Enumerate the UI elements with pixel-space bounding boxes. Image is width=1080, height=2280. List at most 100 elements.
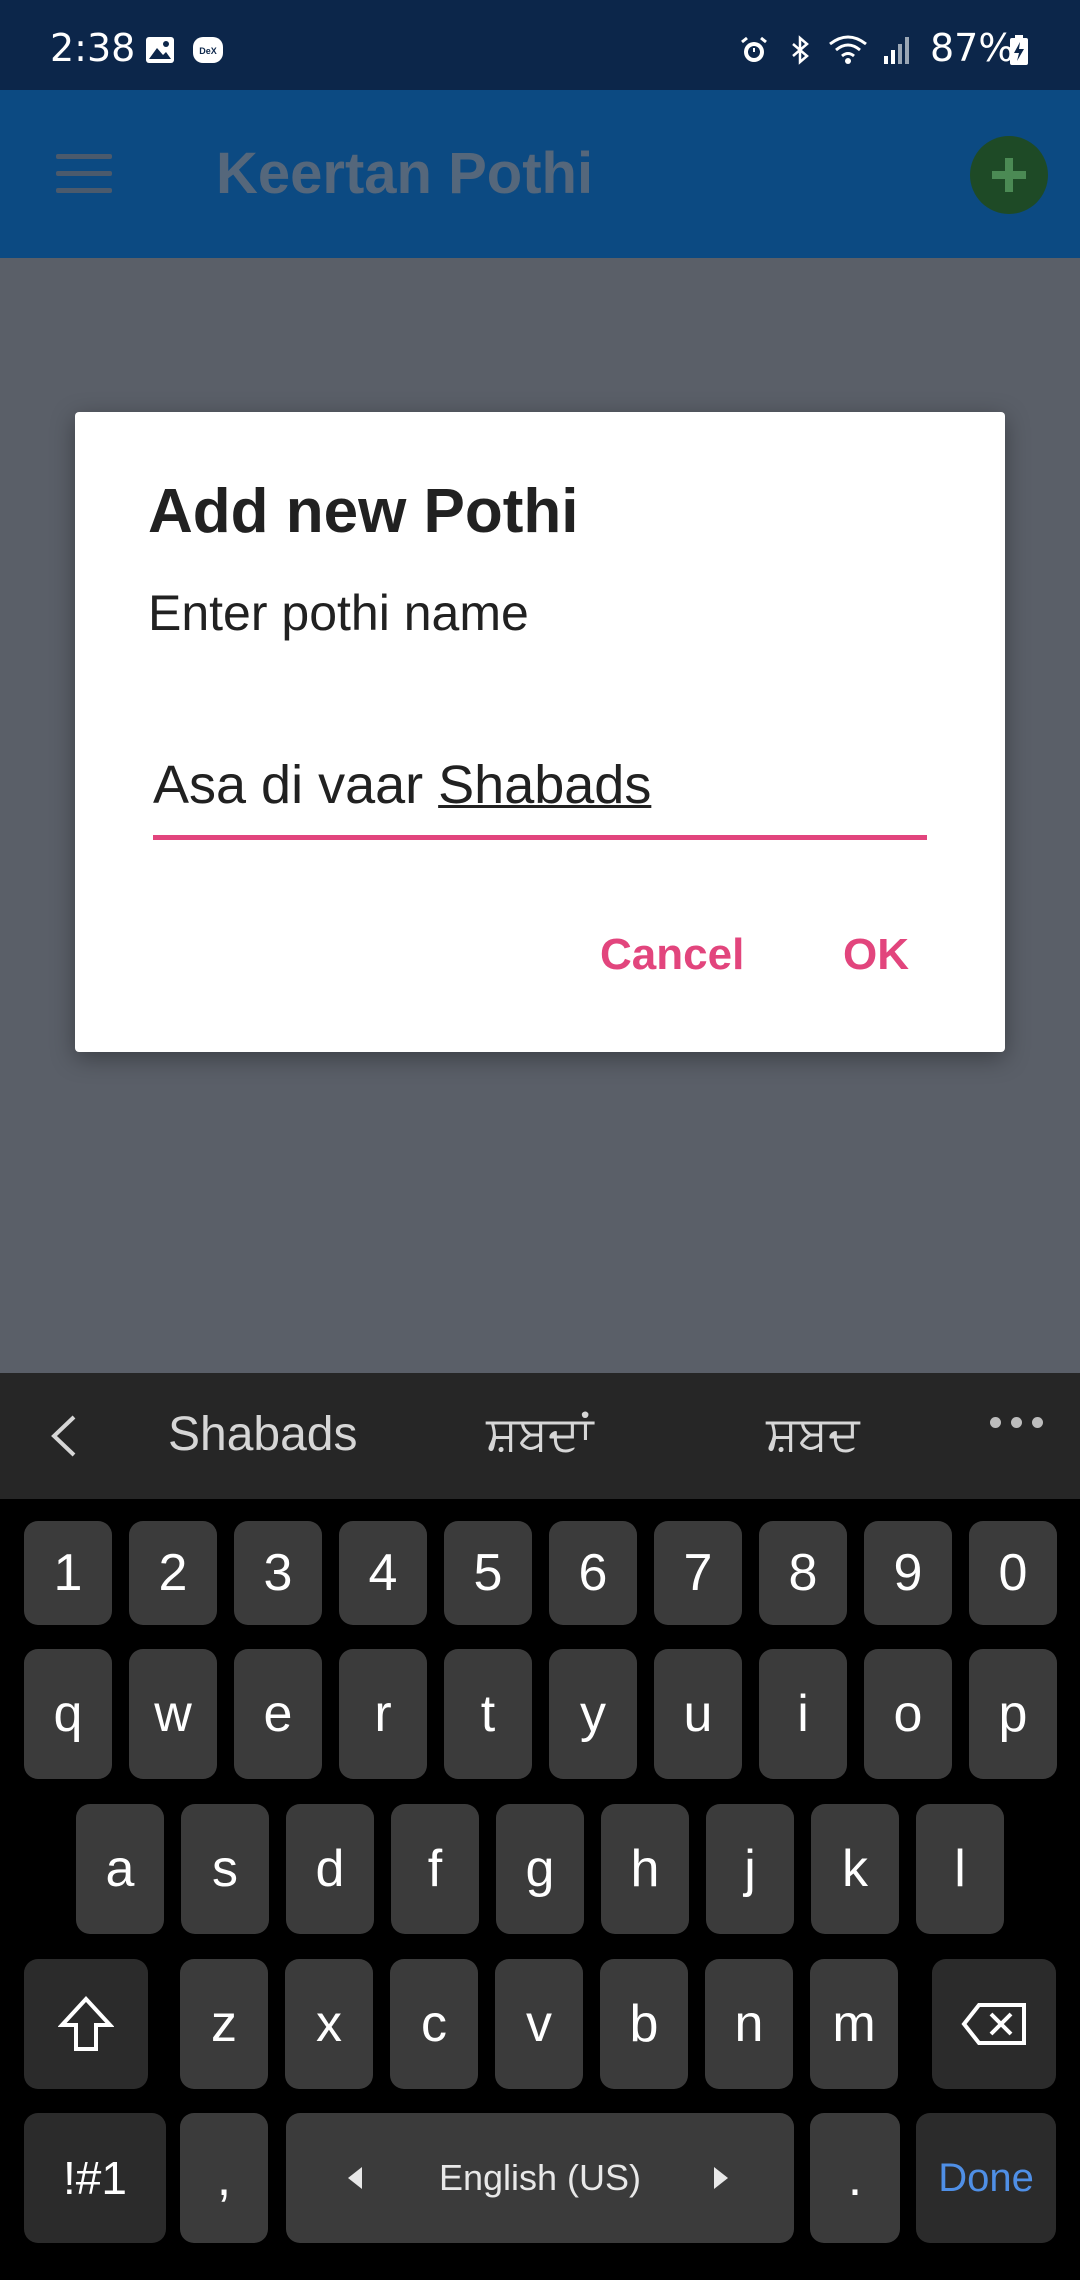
period-key[interactable]: .	[810, 2113, 900, 2243]
key-label: n	[734, 1995, 764, 2053]
letter-key-u[interactable]: u	[654, 1649, 742, 1779]
key-label: r	[374, 1685, 392, 1743]
letter-key-c[interactable]: c	[390, 1959, 478, 2089]
key-label: 4	[368, 1544, 398, 1602]
key-label: p	[998, 1685, 1028, 1743]
cancel-button[interactable]: Cancel	[600, 930, 744, 980]
dex-icon: DeX	[193, 37, 223, 63]
letter-key-w[interactable]: w	[129, 1649, 217, 1779]
shift-key[interactable]	[24, 1959, 148, 2089]
keyboard: Shabads ਸ਼ਬਦਾਂ ਸ਼ਬਦ !#1 , English (US) .…	[0, 1373, 1080, 2280]
letter-key-k[interactable]: k	[811, 1804, 899, 1934]
period-key-label: .	[847, 2149, 863, 2207]
number-key-4[interactable]: 4	[339, 1521, 427, 1625]
key-label: 0	[998, 1544, 1028, 1602]
key-label: x	[316, 1995, 342, 2053]
number-key-5[interactable]: 5	[444, 1521, 532, 1625]
letter-key-t[interactable]: t	[444, 1649, 532, 1779]
number-key-3[interactable]: 3	[234, 1521, 322, 1625]
suggestion-2[interactable]: ਸ਼ਬਦਾਂ	[486, 1407, 593, 1463]
key-label: j	[744, 1840, 756, 1898]
shift-arrow-icon	[58, 1996, 114, 2051]
key-label: s	[212, 1840, 238, 1898]
cursor-right-icon	[714, 2167, 728, 2189]
chevron-left-icon[interactable]	[44, 1413, 84, 1459]
key-label: c	[421, 1995, 447, 2053]
number-key-6[interactable]: 6	[549, 1521, 637, 1625]
letter-key-z[interactable]: z	[180, 1959, 268, 2089]
letter-key-r[interactable]: r	[339, 1649, 427, 1779]
key-label: f	[427, 1840, 443, 1898]
key-label: a	[105, 1840, 135, 1898]
status-bar: 2:38 DeX 87%	[0, 0, 1080, 90]
number-key-7[interactable]: 7	[654, 1521, 742, 1625]
comma-key[interactable]: ,	[180, 2113, 268, 2243]
input-text: Asa di vaar	[153, 755, 439, 815]
letter-key-q[interactable]: q	[24, 1649, 112, 1779]
letter-key-a[interactable]: a	[76, 1804, 164, 1934]
hamburger-menu-icon[interactable]	[56, 154, 112, 194]
key-label: 3	[263, 1544, 293, 1602]
key-label: m	[832, 1995, 876, 2053]
number-key-0[interactable]: 0	[969, 1521, 1057, 1625]
wifi-icon	[829, 35, 867, 64]
number-key-9[interactable]: 9	[864, 1521, 952, 1625]
letter-key-v[interactable]: v	[495, 1959, 583, 2089]
more-options-icon[interactable]	[990, 1417, 1044, 1429]
battery-charging-icon	[1010, 35, 1028, 65]
signal-icon	[884, 37, 909, 64]
key-label: d	[315, 1840, 345, 1898]
key-label: b	[629, 1995, 659, 2053]
number-key-1[interactable]: 1	[24, 1521, 112, 1625]
gallery-icon	[146, 37, 174, 63]
plus-icon	[992, 158, 1026, 192]
key-label: q	[53, 1685, 83, 1743]
letter-key-o[interactable]: o	[864, 1649, 952, 1779]
status-time: 2:38	[50, 26, 136, 70]
symbols-key[interactable]: !#1	[24, 2113, 166, 2243]
letter-key-h[interactable]: h	[601, 1804, 689, 1934]
key-label: y	[580, 1685, 606, 1743]
app-bar: Keertan Pothi	[0, 90, 1080, 258]
suggestion-3[interactable]: ਸ਼ਬਦ	[766, 1407, 860, 1463]
key-label: i	[797, 1685, 809, 1743]
letter-key-i[interactable]: i	[759, 1649, 847, 1779]
letter-key-j[interactable]: j	[706, 1804, 794, 1934]
letter-key-y[interactable]: y	[549, 1649, 637, 1779]
suggestion-1[interactable]: Shabads	[168, 1407, 358, 1462]
letter-key-e[interactable]: e	[234, 1649, 322, 1779]
alarm-icon	[741, 36, 767, 62]
key-label: t	[480, 1685, 496, 1743]
language-label: English (US)	[438, 2157, 642, 2198]
done-key-label: Done	[938, 2155, 1034, 2200]
key-label: 1	[53, 1544, 83, 1602]
number-key-2[interactable]: 2	[129, 1521, 217, 1625]
letter-key-g[interactable]: g	[496, 1804, 584, 1934]
letter-key-b[interactable]: b	[600, 1959, 688, 2089]
add-pothi-button[interactable]	[970, 136, 1048, 214]
letter-key-l[interactable]: l	[916, 1804, 1004, 1934]
space-key[interactable]: English (US)	[286, 2113, 794, 2243]
letter-key-m[interactable]: m	[810, 1959, 898, 2089]
key-label: z	[211, 1995, 237, 2053]
letter-key-f[interactable]: f	[391, 1804, 479, 1934]
backspace-key[interactable]	[932, 1959, 1056, 2089]
ok-button[interactable]: OK	[843, 930, 909, 980]
key-label: 2	[158, 1544, 188, 1602]
letter-key-s[interactable]: s	[181, 1804, 269, 1934]
letter-key-n[interactable]: n	[705, 1959, 793, 2089]
done-key[interactable]: Done	[916, 2113, 1056, 2243]
key-label: 9	[893, 1544, 923, 1602]
key-label: 5	[473, 1544, 503, 1602]
input-underline	[153, 835, 927, 840]
pothi-name-input[interactable]: Asa di vaar Shabads	[153, 754, 927, 828]
letter-key-d[interactable]: d	[286, 1804, 374, 1934]
symbols-key-label: !#1	[63, 2152, 127, 2204]
letter-key-x[interactable]: x	[285, 1959, 373, 2089]
key-label: 8	[788, 1544, 818, 1602]
cursor-left-icon	[348, 2167, 362, 2189]
add-pothi-dialog: Add new Pothi Enter pothi name Asa di va…	[75, 412, 1005, 1052]
letter-key-p[interactable]: p	[969, 1649, 1057, 1779]
number-key-8[interactable]: 8	[759, 1521, 847, 1625]
key-label: 7	[683, 1544, 713, 1602]
